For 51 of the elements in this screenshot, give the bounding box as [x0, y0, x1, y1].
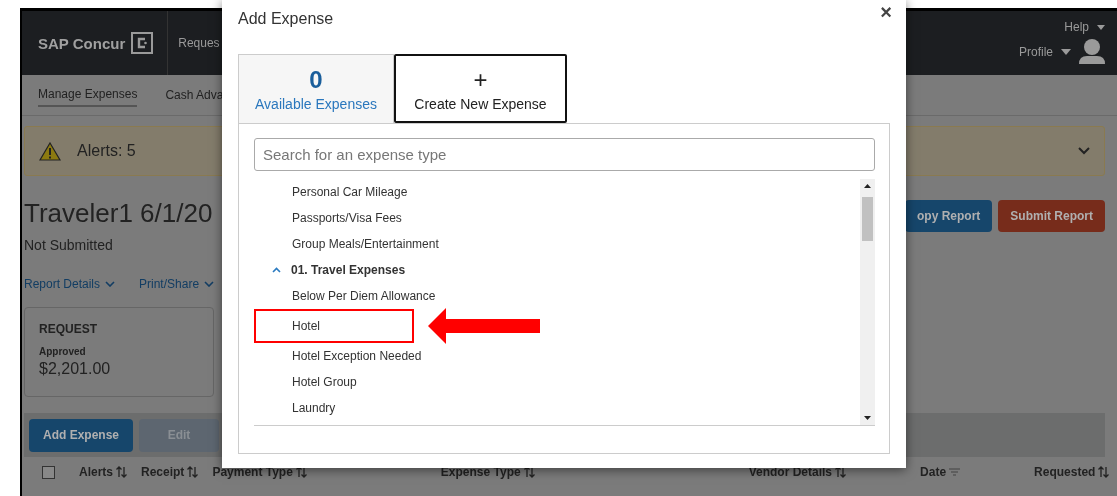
profile-menu[interactable]: Profile	[1019, 45, 1053, 59]
scrollbar-thumb[interactable]	[862, 197, 873, 241]
expense-type-item[interactable]: Hotel Exception Needed	[254, 343, 422, 369]
expense-type-item[interactable]: Laundry	[254, 395, 336, 421]
expense-type-item[interactable]: Below Per Diem Allowance	[254, 283, 436, 309]
sub-nav-tab[interactable]: Cash Adva	[165, 84, 224, 106]
expense-type-item[interactable]: Group Meals/Entertainment	[254, 231, 439, 257]
user-avatar-icon[interactable]	[1079, 38, 1105, 66]
column-header[interactable]: Alerts	[79, 465, 113, 479]
sort-arrows-icon[interactable]	[295, 466, 307, 478]
sub-nav-tab[interactable]: Manage Expenses	[38, 83, 138, 107]
nav-link[interactable]: Reques	[178, 36, 220, 50]
expense-type-item[interactable]: Passports/Visa Fees	[254, 205, 402, 231]
chevron-down-icon	[204, 281, 215, 287]
expense-type-item[interactable]: Personal Car Mileage	[254, 179, 408, 205]
category-header[interactable]: 01. Travel Expenses	[254, 257, 860, 283]
submit-report-button[interactable]: Submit Report	[998, 200, 1105, 232]
toolbar-button[interactable]: Add Expense	[29, 418, 134, 452]
sort-arrows-icon[interactable]	[523, 466, 535, 478]
report-title: Traveler1 6/1/20	[24, 198, 213, 229]
close-button[interactable]: ×	[880, 2, 892, 22]
alerts-count: Alerts: 5	[77, 142, 136, 160]
dialog-tab[interactable]: 0 Available Expenses	[238, 54, 394, 123]
dialog-tab[interactable]: + Create New Expense	[394, 54, 567, 123]
column-header[interactable]: Requested	[1034, 465, 1096, 479]
caret-icon	[1097, 24, 1105, 30]
chevron-up-icon	[272, 267, 281, 273]
dialog-title: Add Expense	[238, 10, 334, 28]
chevron-down-icon	[105, 281, 116, 287]
warning-icon	[39, 141, 61, 161]
card-heading: REQUEST	[39, 322, 98, 336]
report-status: Not Submitted	[24, 237, 114, 253]
approval-status: Approved	[39, 346, 87, 357]
category-label: 01. Travel Expenses	[291, 263, 406, 277]
chevron-down-icon	[1078, 147, 1090, 155]
brand-logo-text[interactable]: SAP Concur	[38, 34, 126, 52]
sort-arrows-icon[interactable]	[835, 466, 847, 478]
scrollbar[interactable]	[860, 179, 875, 425]
column-header[interactable]: Vendor Details	[748, 465, 833, 479]
caret-icon	[1061, 49, 1071, 55]
expense-type-item[interactable]: Hotel	[254, 309, 414, 343]
search-field[interactable]: Search for an expense type	[254, 138, 875, 171]
pointer-arrow-icon	[428, 308, 540, 344]
column-header[interactable]: Receipt	[141, 465, 185, 479]
request-amount: $2,201.00	[39, 360, 112, 378]
select-all-checkbox[interactable]	[42, 465, 55, 479]
c-logo-icon	[131, 32, 154, 54]
copy-report-button[interactable]: opy Report	[905, 200, 993, 232]
help-menu[interactable]: Help	[1064, 20, 1089, 34]
expense-type-item[interactable]: Hotel Group	[254, 369, 357, 395]
column-header[interactable]: Date	[920, 465, 947, 479]
